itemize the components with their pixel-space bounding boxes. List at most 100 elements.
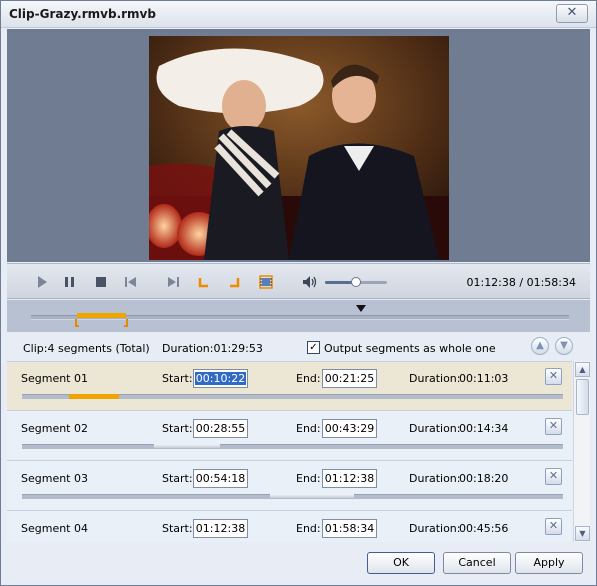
start-label: Start: (162, 472, 193, 485)
output-whole-label[interactable]: Output segments as whole one (324, 342, 496, 355)
start-time-field[interactable]: 01:12:38 (193, 519, 248, 538)
end-time-field[interactable]: 00:21:25 (322, 369, 377, 388)
stop-icon[interactable] (92, 273, 110, 291)
segment-row[interactable]: Segment 02 Start: 00:28:55 End: 00:43:29 Dura… (7, 412, 572, 461)
play-icon[interactable] (33, 273, 51, 291)
segments-header: Clip:4 segments (Total) Duration:01:29:5… (7, 333, 590, 361)
playhead-marker[interactable] (355, 305, 366, 312)
playback-toolbar: 01:12:38 / 01:58:34 (7, 263, 590, 299)
start-label-text: Start: (162, 372, 193, 385)
end-time-field-text: 00:21:25 (324, 372, 375, 385)
duration-label-text: Duration: (409, 422, 461, 435)
cancel-button[interactable]: Cancel (443, 552, 511, 574)
end-label: End: (296, 522, 321, 535)
segment-range-fill[interactable] (69, 394, 119, 399)
end-label: End: (296, 472, 321, 485)
segment-name: Segment 03 (21, 472, 88, 485)
next-icon[interactable] (164, 273, 182, 291)
delete-segment-button[interactable]: ✕ (545, 468, 562, 485)
duration-label-text: Duration: (409, 472, 461, 485)
video-still-image (149, 36, 449, 260)
segment-duration-text: 00:11:03 (459, 372, 509, 385)
start-label: Start: (162, 522, 193, 535)
end-time-field-text: 00:43:29 (324, 422, 375, 435)
total-duration: Duration:01:29:53 (162, 342, 263, 355)
duration-label: Duration: (409, 472, 460, 485)
start-label: Start: (162, 422, 193, 435)
delete-segment-button[interactable]: ✕ (545, 368, 562, 385)
segment-row[interactable]: Segment 03 Start: 00:54:18 End: 01:12:38 Dura… (7, 462, 572, 511)
ok-button[interactable]: OK (367, 552, 435, 574)
duration-label-text: Duration: (409, 372, 461, 385)
video-frame[interactable] (149, 36, 449, 260)
volume-icon[interactable] (301, 273, 319, 291)
delete-segment-button[interactable]: ✕ (545, 418, 562, 435)
window-title: Clip-Grazy.rmvb.rmvb (9, 7, 156, 21)
segment-range-bar (22, 394, 563, 399)
segment-range-bar (22, 444, 563, 449)
start-label: Start: (162, 372, 193, 385)
volume-slider[interactable] (325, 277, 387, 287)
segment-name: Segment 04 (21, 522, 88, 535)
time-readout: 01:12:38 / 01:58:34 (466, 276, 576, 289)
title-bar: Clip-Grazy.rmvb.rmvb ✕ (1, 1, 596, 28)
end-label-text: End: (296, 472, 321, 485)
end-label-text: End: (296, 522, 321, 535)
end-time-field-text: 01:12:38 (324, 472, 375, 485)
segment-range-bar (22, 494, 563, 499)
end-time-field[interactable]: 01:58:34 (322, 519, 377, 538)
duration-label-text: Duration: (409, 522, 461, 535)
mark-start-icon[interactable] (195, 273, 213, 291)
end-time-field[interactable]: 00:43:29 (322, 419, 377, 438)
segment-name-text: Segment 03 (21, 472, 88, 485)
mark-end-icon[interactable] (225, 273, 243, 291)
delete-segment-button[interactable]: ✕ (545, 518, 562, 535)
pause-icon[interactable] (61, 273, 79, 291)
segment-row[interactable]: Segment 04 Start: 01:12:38 End: 01:58:34 Dura… (7, 512, 572, 542)
start-time-field[interactable]: 00:28:55 (193, 419, 248, 438)
segment-row[interactable]: Segment 01 Start: 00:10:22 End: 00:21:25 Dura… (7, 362, 572, 411)
scroll-up-button[interactable]: ▲ (575, 362, 590, 377)
timeline-selected-segment[interactable] (77, 313, 127, 318)
dialog-footer: OK Cancel Apply (1, 543, 596, 585)
segment-start-handle[interactable] (75, 319, 80, 327)
segment-range-fill[interactable] (154, 444, 220, 448)
current-time: 01:12:38 (466, 276, 516, 289)
duration-label: Duration: (409, 422, 460, 435)
output-whole-checkbox[interactable]: ✓ (307, 341, 320, 354)
segment-name: Segment 01 (21, 372, 88, 385)
volume-knob[interactable] (351, 277, 361, 287)
end-label-text: End: (296, 422, 321, 435)
segment-count: Clip:4 segments (Total) (23, 342, 150, 355)
end-label: End: (296, 372, 321, 385)
start-time-field[interactable]: 00:54:18 (193, 469, 248, 488)
end-time-field-text: 01:58:34 (324, 522, 375, 535)
previous-icon[interactable] (122, 273, 140, 291)
delete-segment-button-text: ✕ (548, 419, 559, 432)
segment-range-fill[interactable] (270, 494, 354, 498)
end-time-field[interactable]: 01:12:38 (322, 469, 377, 488)
clip-timeline[interactable] (7, 300, 590, 332)
apply-button[interactable]: Apply (515, 552, 583, 574)
segment-duration: 00:18:20 (459, 472, 508, 485)
clip-dialog: Clip-Grazy.rmvb.rmvb ✕ 01:12:38 / 01:58:… (0, 0, 597, 586)
start-label-text: Start: (162, 472, 193, 485)
scroll-thumb[interactable] (576, 379, 589, 415)
segment-duration: 00:45:56 (459, 522, 508, 535)
total-time: 01:58:34 (526, 276, 576, 289)
segment-duration-text: 00:14:34 (459, 422, 509, 435)
segment-end-handle[interactable] (124, 319, 129, 327)
move-up-button[interactable]: ▲ (531, 337, 549, 355)
segment-list-scrollbar[interactable]: ▲ ▼ (573, 361, 590, 542)
snapshot-icon[interactable] (257, 273, 275, 291)
scroll-down-button[interactable]: ▼ (575, 526, 590, 541)
segment-name-text: Segment 01 (21, 372, 88, 385)
start-time-field[interactable]: 00:10:22 (193, 369, 248, 388)
end-label: End: (296, 422, 321, 435)
start-time-field-text: 00:54:18 (195, 472, 246, 485)
move-down-button[interactable]: ▼ (555, 337, 573, 355)
segment-name: Segment 02 (21, 422, 88, 435)
close-button[interactable]: ✕ (556, 4, 588, 23)
start-time-field-text: 00:10:22 (194, 372, 247, 385)
segment-list: Segment 01 Start: 00:10:22 End: 00:21:25 Dura… (7, 361, 572, 542)
